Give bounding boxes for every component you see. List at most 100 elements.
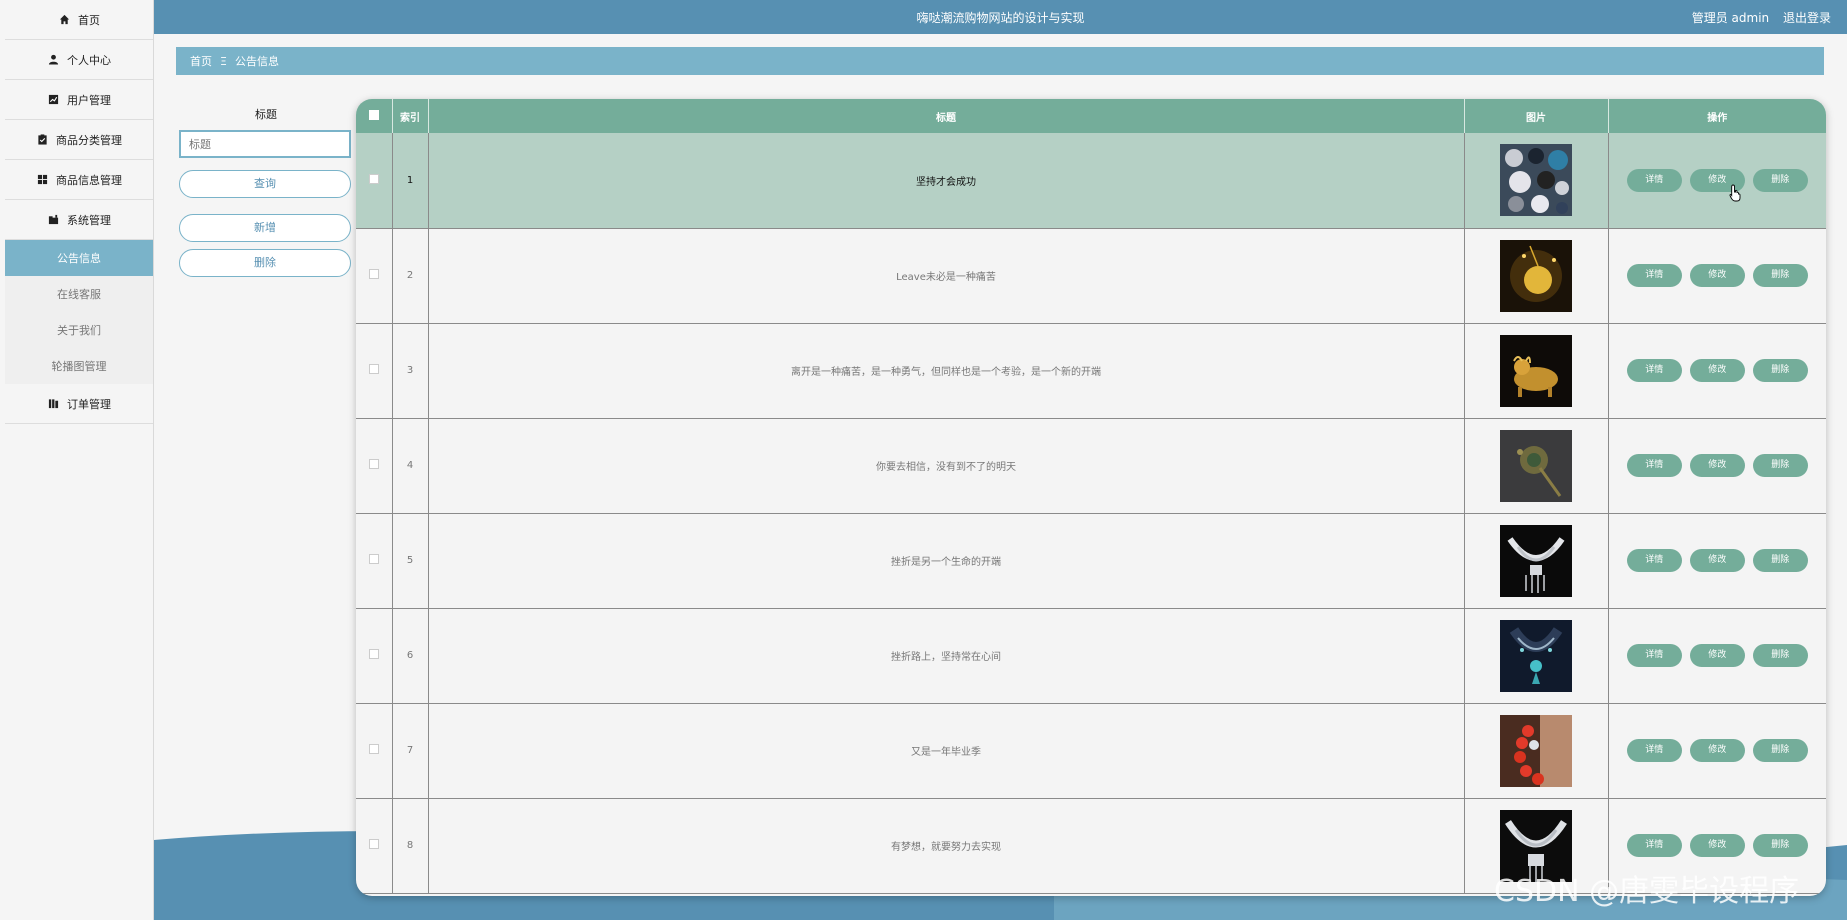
detail-button[interactable]: 详情 xyxy=(1626,834,1682,857)
row-checkbox[interactable] xyxy=(368,364,379,374)
row-select-cell xyxy=(356,703,393,798)
row-title: 又是一年毕业季 xyxy=(428,703,1465,798)
table-row[interactable]: 3 离开是一种痛苦，是一种勇气，但同样也是一个考验，是一个新的开端 详情 修改 删除 xyxy=(356,323,1826,418)
row-title: 离开是一种痛苦，是一种勇气，但同样也是一个考验，是一个新的开端 xyxy=(428,323,1465,418)
sidebar-sub-announcements[interactable]: 公告信息 xyxy=(5,240,153,276)
row-image-cell xyxy=(1464,323,1609,418)
row-select-cell xyxy=(356,133,393,228)
top-bar: 嗨哒潮流购物网站的设计与实现 管理员 admin 退出登录 xyxy=(154,0,1847,34)
delete-button[interactable]: 删除 xyxy=(1752,549,1808,572)
detail-button[interactable]: 详情 xyxy=(1626,264,1682,287)
edit-button[interactable]: 修改 xyxy=(1689,264,1745,287)
row-checkbox[interactable] xyxy=(368,649,379,659)
product-thumbnail[interactable] xyxy=(1500,429,1572,502)
title-search-input[interactable] xyxy=(179,130,351,158)
edit-button[interactable]: 修改 xyxy=(1689,834,1745,857)
sidebar-item-label: 订单管理 xyxy=(67,397,111,411)
row-image-cell xyxy=(1464,608,1609,703)
index-header: 索引 xyxy=(392,99,429,133)
product-thumbnail[interactable] xyxy=(1500,239,1572,312)
sidebar-item-label: 商品分类管理 xyxy=(56,133,122,147)
row-select-cell xyxy=(356,418,393,513)
detail-button[interactable]: 详情 xyxy=(1626,359,1682,382)
breadcrumb-separator: Ξ xyxy=(220,54,227,68)
table-row[interactable]: 2 Leave未必是一种痛苦 详情 修改 删除 xyxy=(356,228,1826,323)
sidebar-item-category[interactable]: 商品分类管理 xyxy=(5,120,153,160)
row-checkbox[interactable] xyxy=(368,744,379,754)
sidebar-item-products[interactable]: 商品信息管理 xyxy=(5,160,153,200)
table-row[interactable]: 6 挫折路上，坚持常在心间 详情 修改 删除 xyxy=(356,608,1826,703)
delete-button[interactable]: 删除 xyxy=(1752,359,1808,382)
sidebar-sub-carousel[interactable]: 轮播图管理 xyxy=(5,348,153,384)
row-actions: 详情 修改 删除 xyxy=(1608,608,1826,703)
row-actions: 详情 修改 删除 xyxy=(1608,418,1826,513)
grid-icon xyxy=(36,174,48,186)
sidebar: 首页 个人中心 用户管理 商品分类管理 商品信息管理 系统管理 公告信息 在线客… xyxy=(5,0,154,920)
delete-button[interactable]: 删除 xyxy=(1752,168,1808,192)
detail-button[interactable]: 详情 xyxy=(1626,549,1682,572)
row-select-cell xyxy=(356,608,393,703)
row-image-cell xyxy=(1464,133,1609,228)
table-row[interactable]: 5 挫折是另一个生命的开端 详情 修改 删除 xyxy=(356,513,1826,608)
breadcrumb-current: 公告信息 xyxy=(234,55,279,68)
book-icon xyxy=(47,398,59,410)
sidebar-item-orders[interactable]: 订单管理 xyxy=(5,384,153,424)
product-thumbnail[interactable] xyxy=(1500,144,1572,217)
select-all-checkbox[interactable] xyxy=(368,109,379,120)
sidebar-sub-about[interactable]: 关于我们 xyxy=(5,312,153,348)
delete-button[interactable]: 删除 xyxy=(1752,264,1808,287)
row-title: Leave未必是一种痛苦 xyxy=(428,228,1465,323)
image-header: 图片 xyxy=(1464,99,1609,133)
row-image-cell xyxy=(1464,228,1609,323)
row-checkbox[interactable] xyxy=(368,269,379,279)
search-panel: 标题 查询 新增 删除 xyxy=(179,106,353,277)
product-thumbnail[interactable] xyxy=(1500,619,1572,692)
product-thumbnail[interactable] xyxy=(1500,334,1572,407)
user-icon xyxy=(47,54,59,66)
logout-link[interactable]: 退出登录 xyxy=(1783,11,1831,25)
detail-button[interactable]: 详情 xyxy=(1626,739,1682,762)
detail-button[interactable]: 详情 xyxy=(1626,454,1682,477)
product-thumbnail[interactable] xyxy=(1500,524,1572,597)
sidebar-item-profile[interactable]: 个人中心 xyxy=(5,40,153,80)
actions-header: 操作 xyxy=(1707,112,1728,124)
row-checkbox[interactable] xyxy=(368,459,379,469)
sidebar-item-system[interactable]: 系统管理 xyxy=(5,200,153,240)
sidebar-item-label: 用户管理 xyxy=(67,93,111,107)
row-title: 你要去相信，没有到不了的明天 xyxy=(428,418,1465,513)
edit-button[interactable]: 修改 xyxy=(1689,739,1745,762)
edit-button[interactable]: 修改 xyxy=(1689,549,1745,572)
edit-button[interactable]: 修改 xyxy=(1689,644,1745,667)
delete-button[interactable]: 删除 xyxy=(1752,644,1808,667)
batch-delete-button[interactable]: 删除 xyxy=(179,249,351,277)
edit-button[interactable]: 修改 xyxy=(1689,359,1745,382)
row-checkbox[interactable] xyxy=(368,554,379,564)
row-checkbox[interactable] xyxy=(368,173,379,184)
row-select-cell xyxy=(356,323,393,418)
row-checkbox[interactable] xyxy=(368,839,379,849)
row-title: 有梦想，就要努力去实现 xyxy=(428,798,1465,893)
sidebar-item-label: 首页 xyxy=(78,13,100,27)
table-row[interactable]: 4 你要去相信，没有到不了的明天 详情 修改 删除 xyxy=(356,418,1826,513)
breadcrumb-home[interactable]: 首页 xyxy=(190,53,212,69)
query-button[interactable]: 查询 xyxy=(179,170,351,198)
add-button[interactable]: 新增 xyxy=(179,214,351,242)
sidebar-item-home[interactable]: 首页 xyxy=(5,0,153,40)
sidebar-sub-customer-service[interactable]: 在线客服 xyxy=(5,276,153,312)
row-index: 2 xyxy=(392,228,429,323)
row-actions: 详情 修改 删除 xyxy=(1608,323,1826,418)
detail-button[interactable]: 详情 xyxy=(1626,168,1682,192)
edit-button[interactable]: 修改 xyxy=(1689,454,1745,477)
table-row[interactable]: 1 坚持才会成功 详情 修改 删除 xyxy=(356,133,1826,228)
announcement-table: 索引 标题 图片 操作 1 坚持才会成功 详情 修改 删除 2 Leave未必是一种痛苦 详情… xyxy=(356,99,1826,896)
detail-button[interactable]: 详情 xyxy=(1626,644,1682,667)
row-image-cell xyxy=(1464,513,1609,608)
delete-button[interactable]: 删除 xyxy=(1752,834,1808,857)
row-index: 6 xyxy=(392,608,429,703)
clipboard-icon xyxy=(36,134,48,146)
table-row[interactable]: 7 又是一年毕业季 详情 修改 删除 xyxy=(356,703,1826,798)
delete-button[interactable]: 删除 xyxy=(1752,454,1808,477)
delete-button[interactable]: 删除 xyxy=(1752,739,1808,762)
product-thumbnail[interactable] xyxy=(1500,714,1572,787)
sidebar-item-users[interactable]: 用户管理 xyxy=(5,80,153,120)
